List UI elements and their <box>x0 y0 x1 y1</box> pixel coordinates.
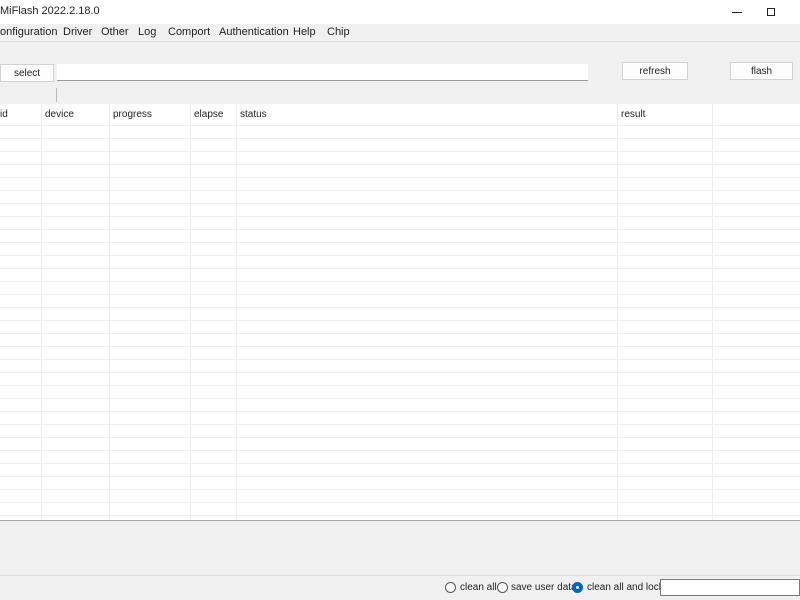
row-gridline <box>0 385 800 386</box>
window-title: MiFlash 2022.2.18.0 <box>0 5 100 17</box>
row-gridline <box>0 346 800 347</box>
row-gridline <box>0 515 800 516</box>
row-gridline <box>0 164 800 165</box>
row-gridline <box>0 463 800 464</box>
menu-other[interactable]: Other <box>101 26 129 38</box>
minimize-icon <box>732 11 742 13</box>
log-panel <box>0 520 800 575</box>
row-gridline <box>0 411 800 412</box>
row-gridline <box>0 255 800 256</box>
row-gridline <box>0 125 800 126</box>
row-gridline <box>0 437 800 438</box>
row-gridline <box>0 424 800 425</box>
column-separator <box>109 104 110 520</box>
row-gridline <box>0 489 800 490</box>
menu-bar: onfiguration Driver Other Log Comport Au… <box>0 24 800 42</box>
table-header: id device progress elapse status result <box>0 104 800 124</box>
row-gridline <box>0 398 800 399</box>
save-user-data-label[interactable]: save user data <box>511 582 577 593</box>
title-bar: MiFlash 2022.2.18.0 <box>0 0 800 24</box>
maximize-icon <box>767 8 775 16</box>
column-separator <box>41 104 42 520</box>
row-gridline <box>0 190 800 191</box>
menu-help[interactable]: Help <box>293 26 316 38</box>
row-gridline <box>0 151 800 152</box>
flash-button[interactable]: flash <box>730 62 793 80</box>
save-user-data-radio[interactable] <box>497 582 508 593</box>
row-gridline <box>0 268 800 269</box>
column-header-id[interactable]: id <box>0 109 8 120</box>
row-gridline <box>0 359 800 360</box>
status-text-field[interactable] <box>660 579 800 596</box>
row-gridline <box>0 177 800 178</box>
column-header-elapse[interactable]: elapse <box>194 109 223 120</box>
select-button[interactable]: select <box>0 64 54 82</box>
clean-all-and-lock-label[interactable]: clean all and lock <box>587 582 664 593</box>
menu-authentication[interactable]: Authentication <box>219 26 289 38</box>
row-gridline <box>0 476 800 477</box>
row-gridline <box>0 320 800 321</box>
row-gridline <box>0 450 800 451</box>
row-gridline <box>0 294 800 295</box>
tab-strip <box>0 88 57 102</box>
row-gridline <box>0 203 800 204</box>
menu-configuration[interactable]: onfiguration <box>0 26 58 38</box>
column-header-progress[interactable]: progress <box>113 109 152 120</box>
row-gridline <box>0 281 800 282</box>
maximize-button[interactable] <box>748 0 794 24</box>
column-header-device[interactable]: device <box>45 109 74 120</box>
row-gridline <box>0 242 800 243</box>
menu-comport[interactable]: Comport <box>168 26 210 38</box>
menu-chip[interactable]: Chip <box>327 26 350 38</box>
column-separator <box>190 104 191 520</box>
row-gridline <box>0 372 800 373</box>
row-gridline <box>0 229 800 230</box>
row-gridline <box>0 333 800 334</box>
row-gridline <box>0 138 800 139</box>
column-header-result[interactable]: result <box>621 109 645 120</box>
column-header-status[interactable]: status <box>240 109 267 120</box>
refresh-button[interactable]: refresh <box>622 62 688 80</box>
column-separator <box>617 104 618 520</box>
clean-all-and-lock-radio[interactable] <box>572 582 583 593</box>
clean-all-label[interactable]: clean all <box>460 582 497 593</box>
device-table[interactable]: id device progress elapse status result <box>0 104 800 520</box>
column-separator <box>236 104 237 520</box>
row-gridline <box>0 307 800 308</box>
clean-all-radio[interactable] <box>445 582 456 593</box>
menu-log[interactable]: Log <box>138 26 156 38</box>
rom-path-input[interactable] <box>57 64 588 81</box>
menu-driver[interactable]: Driver <box>63 26 92 38</box>
toolbar: select refresh flash <box>0 42 800 104</box>
column-separator <box>712 104 713 520</box>
row-gridline <box>0 216 800 217</box>
row-gridline <box>0 502 800 503</box>
